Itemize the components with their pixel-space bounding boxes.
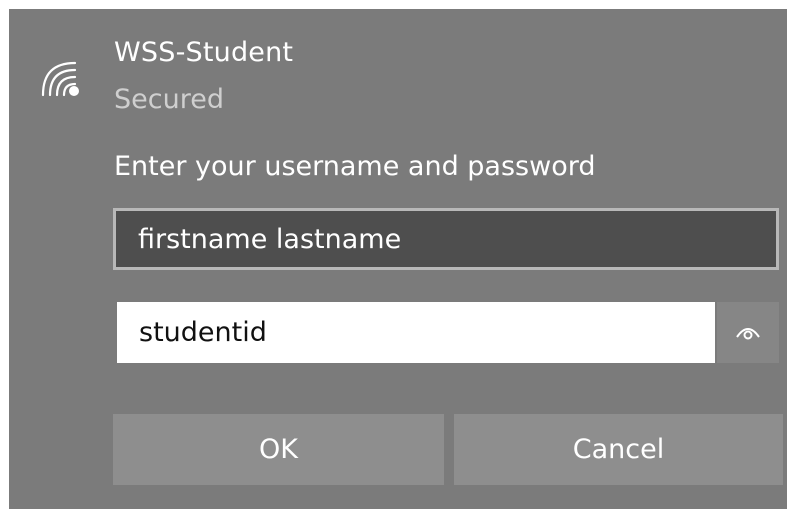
wifi-connect-panel: WSS-Student Secured Enter your username … <box>9 9 787 509</box>
eye-icon <box>735 322 761 344</box>
username-input[interactable] <box>113 208 779 270</box>
network-name: WSS-Student <box>114 37 294 68</box>
network-status: Secured <box>114 84 224 115</box>
wifi-secured-icon <box>39 55 81 97</box>
reveal-password-button[interactable] <box>717 302 779 363</box>
ok-button[interactable]: OK <box>113 414 444 485</box>
password-input[interactable] <box>117 302 715 363</box>
credentials-prompt: Enter your username and password <box>114 151 596 182</box>
cancel-button[interactable]: Cancel <box>454 414 783 485</box>
